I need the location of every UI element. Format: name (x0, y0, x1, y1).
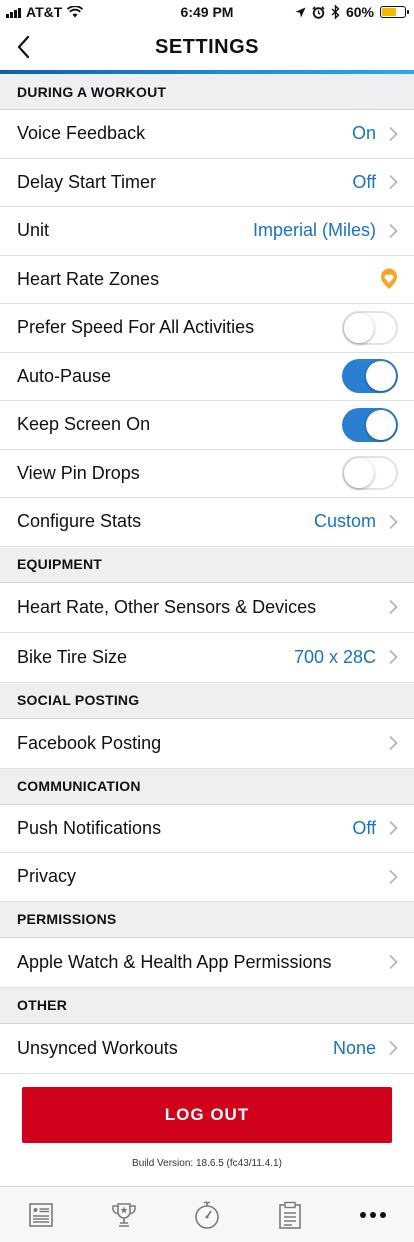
tab-bar (0, 1186, 414, 1242)
row-auto-pause[interactable]: Auto-Pause (0, 352, 414, 401)
prefer-speed-toggle[interactable] (342, 310, 398, 345)
hr-zones-badge-icon (381, 268, 397, 290)
logout-button[interactable]: LOG OUT (22, 1087, 392, 1143)
row-keep-screen-on[interactable]: Keep Screen On (0, 401, 414, 450)
chevron-right-icon (389, 821, 398, 836)
row-label: Unit (17, 220, 50, 241)
chevron-right-icon (389, 599, 398, 615)
row-view-pin-drops[interactable]: View Pin Drops (0, 449, 414, 498)
more-icon (359, 1211, 386, 1218)
nav-bar: SETTINGS (0, 24, 414, 70)
build-version: Build Version: 18.6.5 (fc43/11.4.1) (132, 1158, 282, 1169)
training-plan-clipboard-icon (278, 1201, 301, 1229)
row-value: 700 x 28C (293, 646, 376, 667)
row-apple-watch-permissions[interactable]: Apple Watch & Health App Permissions (0, 937, 414, 988)
logout-container: LOG OUT (22, 1087, 392, 1143)
battery-percent: 60% (345, 4, 374, 20)
row-push-notifications[interactable]: Push Notifications Off (0, 804, 414, 853)
row-voice-feedback[interactable]: Voice Feedback On (0, 110, 414, 159)
row-label: Keep Screen On (17, 414, 151, 435)
row-value: Off (352, 817, 376, 838)
row-value: None (332, 1037, 376, 1058)
section-header-workout: DURING A WORKOUT (0, 74, 414, 110)
row-label: Auto-Pause (17, 365, 112, 386)
row-label: Facebook Posting (17, 732, 162, 753)
row-prefer-speed[interactable]: Prefer Speed For All Activities (0, 304, 414, 353)
status-right: 60% (295, 4, 409, 20)
record-stopwatch-icon (195, 1201, 219, 1229)
section-header-equipment: EQUIPMENT (0, 546, 414, 583)
bluetooth-icon (331, 5, 340, 19)
row-label: Delay Start Timer (17, 171, 157, 192)
feed-icon (29, 1202, 54, 1227)
alarm-icon (312, 5, 325, 19)
row-value: Custom (313, 511, 376, 532)
page-title: SETTINGS (154, 36, 259, 58)
tab-feed[interactable] (0, 1187, 83, 1242)
tab-challenges[interactable] (83, 1187, 166, 1242)
row-facebook-posting[interactable]: Facebook Posting (0, 718, 414, 769)
auto-pause-toggle[interactable] (342, 359, 398, 394)
row-configure-stats[interactable]: Configure Stats Custom (0, 498, 414, 547)
chevron-right-icon (389, 954, 398, 970)
row-sensors-devices[interactable]: Heart Rate, Other Sensors & Devices (0, 582, 414, 633)
row-label: Push Notifications (17, 817, 162, 838)
section-header-other: OTHER (0, 987, 414, 1024)
chevron-right-icon (389, 223, 398, 238)
row-bike-tire-size[interactable]: Bike Tire Size 700 x 28C (0, 632, 414, 683)
row-label: Heart Rate, Other Sensors & Devices (17, 596, 317, 617)
row-label: Configure Stats (17, 511, 142, 532)
row-privacy[interactable]: Privacy (0, 853, 414, 902)
row-heart-rate-zones[interactable]: Heart Rate Zones (0, 255, 414, 304)
row-label: Privacy (17, 866, 77, 887)
location-arrow-icon (295, 7, 306, 17)
row-unit[interactable]: Unit Imperial (Miles) (0, 207, 414, 256)
chevron-right-icon (389, 1040, 398, 1056)
challenges-trophy-icon (112, 1202, 136, 1227)
section-header-social: SOCIAL POSTING (0, 682, 414, 719)
section-header-communication: COMMUNICATION (0, 768, 414, 805)
tab-training-plans[interactable] (248, 1187, 331, 1242)
tab-more[interactable] (331, 1187, 414, 1242)
section-header-permissions: PERMISSIONS (0, 901, 414, 938)
row-unsynced-workouts[interactable]: Unsynced Workouts None (0, 1023, 414, 1074)
chevron-right-icon (389, 126, 398, 141)
row-label: Unsynced Workouts (17, 1037, 178, 1058)
row-label: Apple Watch & Health App Permissions (17, 951, 332, 972)
row-label: Bike Tire Size (17, 646, 128, 667)
chevron-right-icon (389, 514, 398, 529)
tab-record[interactable] (166, 1187, 249, 1242)
view-pin-drops-toggle[interactable] (342, 456, 398, 491)
row-delay-start-timer[interactable]: Delay Start Timer Off (0, 158, 414, 207)
row-label: Prefer Speed For All Activities (17, 317, 255, 338)
chevron-right-icon (389, 649, 398, 665)
row-label: View Pin Drops (17, 462, 140, 483)
row-value: Off (352, 171, 376, 192)
settings-list: DURING A WORKOUT Voice Feedback On Delay… (0, 74, 414, 1074)
chevron-right-icon (389, 869, 398, 884)
row-value: On (351, 123, 376, 144)
row-label: Voice Feedback (17, 123, 146, 144)
battery-icon (380, 6, 409, 18)
chevron-right-icon (389, 175, 398, 190)
row-label: Heart Rate Zones (17, 268, 160, 289)
row-value: Imperial (Miles) (252, 220, 376, 241)
chevron-right-icon (389, 735, 398, 751)
keep-screen-on-toggle[interactable] (342, 407, 398, 442)
status-bar: AT&T 6:49 PM 60% (0, 0, 414, 24)
